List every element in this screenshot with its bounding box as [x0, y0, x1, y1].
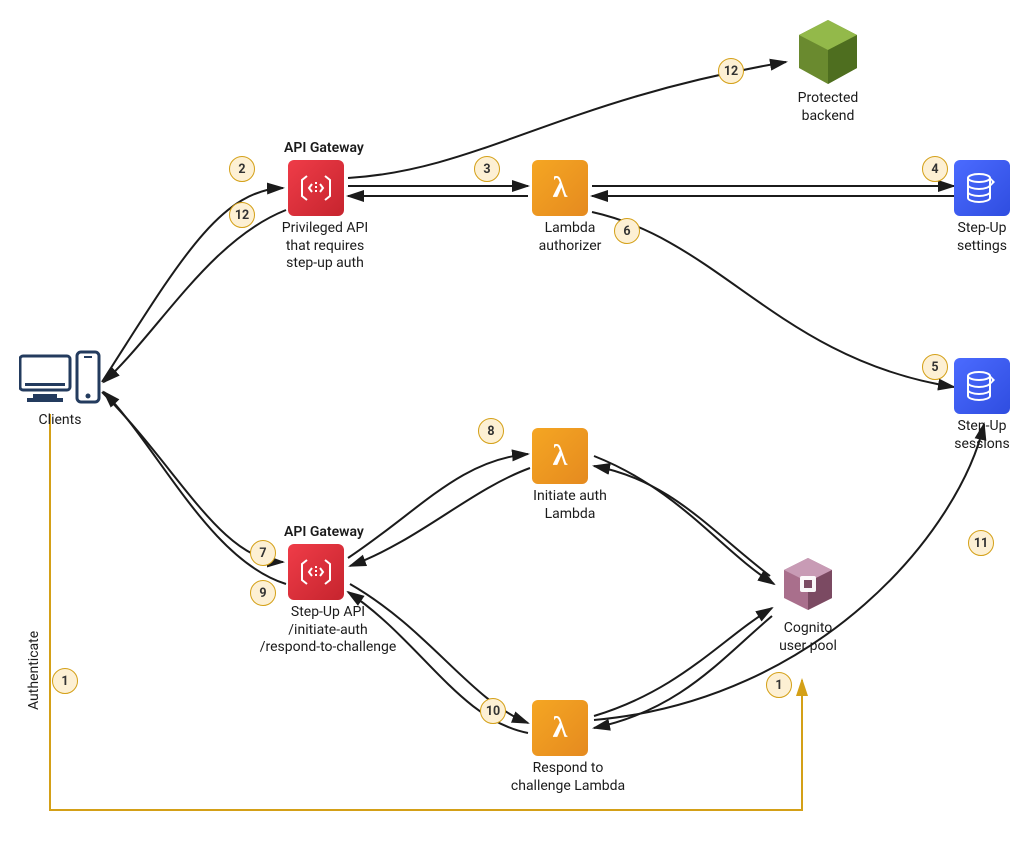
stepup-settings-node: Step-Up settings — [942, 160, 1022, 255]
initiate-auth-lambda-node: λ Initiate auth Lambda — [510, 428, 630, 523]
step-badge-5: 5 — [922, 354, 948, 380]
cognito-node: Cognito user pool — [758, 552, 858, 655]
step-badge-11: 11 — [968, 530, 994, 556]
step-badge-3: 3 — [474, 156, 500, 182]
box3d-icon — [797, 18, 859, 86]
initiate-auth-label: Initiate auth Lambda — [510, 488, 630, 523]
stepup-sessions-node: Step-Up sessions — [942, 358, 1022, 453]
lambda-icon: λ — [532, 160, 588, 216]
stepup-settings-label: Step-Up settings — [942, 220, 1022, 255]
step-badge-4: 4 — [922, 156, 948, 182]
api-gateway-icon — [288, 544, 344, 600]
step-badge-2: 2 — [229, 156, 255, 182]
cognito-label: Cognito user pool — [758, 620, 858, 655]
protected-backend-node: Protected backend — [778, 18, 878, 125]
apigw1-node: Privileged API that requires step-up aut… — [260, 160, 390, 273]
dynamodb-icon — [954, 358, 1010, 414]
step-badge-1: 1 — [52, 668, 78, 694]
step-badge-9: 9 — [250, 580, 276, 606]
dynamodb-icon — [954, 160, 1010, 216]
lambda-authorizer-node: λ Lambda authorizer — [510, 160, 630, 255]
apigw1-title: API Gateway — [284, 140, 364, 156]
step-badge-12: 12 — [229, 202, 255, 228]
cognito-icon — [776, 552, 840, 616]
step-badge-10: 10 — [480, 698, 506, 724]
apigw2-label: Step-Up API /initiate-auth /respond-to-c… — [248, 604, 408, 657]
authenticate-label: Authenticate — [26, 631, 42, 710]
lambda-icon: λ — [532, 700, 588, 756]
apigw1-label: Privileged API that requires step-up aut… — [260, 220, 390, 273]
clients-node: Clients — [10, 350, 110, 430]
clients-icon — [10, 350, 110, 408]
step-badge-12-top: 12 — [718, 58, 744, 84]
step-badge-8: 8 — [478, 418, 504, 444]
respond-lambda-node: λ Respond to challenge Lambda — [498, 700, 638, 795]
architecture-diagram: Clients Protected backend API Gateway Pr… — [0, 0, 1024, 843]
step-badge-1-cognito: 1 — [766, 672, 792, 698]
clients-label: Clients — [10, 412, 110, 430]
stepup-sessions-label: Step-Up sessions — [942, 418, 1022, 453]
step-badge-7: 7 — [250, 540, 276, 566]
step-badge-6: 6 — [614, 218, 640, 244]
api-gateway-icon — [288, 160, 344, 216]
lambda-icon: λ — [532, 428, 588, 484]
respond-label: Respond to challenge Lambda — [498, 760, 638, 795]
apigw2-title: API Gateway — [284, 524, 364, 540]
lambda-auth-label: Lambda authorizer — [510, 220, 630, 255]
protected-label: Protected backend — [778, 90, 878, 125]
